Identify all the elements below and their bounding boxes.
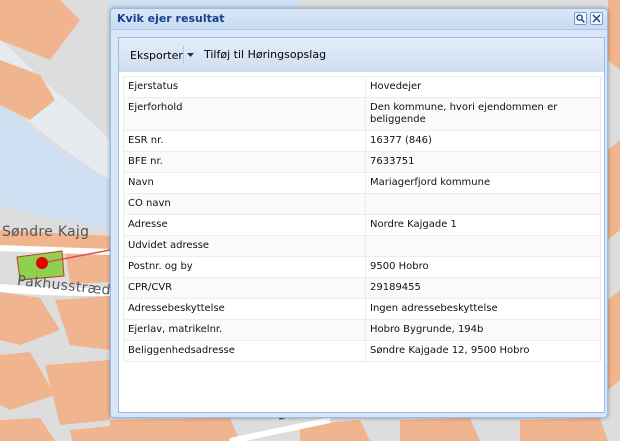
table-row[interactable]: BFE nr. 7633751 bbox=[123, 151, 601, 173]
close-icon[interactable] bbox=[590, 12, 603, 25]
owner-table: Ejerstatus Hovedejer Ejerforhold Den kommun… bbox=[123, 76, 601, 362]
map-street-label: Søndre Kajg bbox=[2, 224, 90, 240]
property-name-cell: Navn bbox=[123, 172, 366, 194]
window-toolbar: Eksporter Tilføj til Høringsopslag bbox=[118, 37, 605, 73]
property-value-cell: Ingen adressebeskyttelse bbox=[365, 298, 601, 320]
table-row[interactable]: Ejerlav, matrikelnr. Hobro Bygrunde, 194b bbox=[123, 319, 601, 341]
table-row[interactable]: Navn Mariagerfjord kommune bbox=[123, 172, 601, 194]
table-row[interactable]: CPR/CVR 29189455 bbox=[123, 277, 601, 299]
property-name-cell: Udvidet adresse bbox=[123, 235, 366, 257]
property-value-cell: Hobro Bygrunde, 194b bbox=[365, 319, 601, 341]
property-name-cell: BFE nr. bbox=[123, 151, 366, 173]
property-value-cell bbox=[365, 193, 601, 215]
table-row[interactable]: Ejerforhold Den kommune, hvori ejendommen… bbox=[123, 97, 601, 131]
property-name-cell: Ejerforhold bbox=[123, 97, 366, 131]
owner-property-grid: Ejerstatus Hovedejer Ejerforhold Den kommun… bbox=[118, 72, 605, 413]
table-row[interactable]: Udvidet adresse bbox=[123, 235, 601, 257]
property-value-cell: 16377 (846) bbox=[365, 130, 601, 152]
chevron-down-icon[interactable] bbox=[183, 46, 196, 64]
property-value-cell: 29189455 bbox=[365, 277, 601, 299]
property-value-cell: Søndre Kajgade 12, 9500 Hobro bbox=[365, 340, 601, 362]
result-window: Kvik ejer resultat Eksporter Tilføj til … bbox=[110, 8, 608, 418]
table-row[interactable]: ESR nr. 16377 (846) bbox=[123, 130, 601, 152]
export-button-label: Eksporter bbox=[130, 48, 183, 62]
table-row[interactable]: Beliggenhedsadresse Søndre Kajgade 12, 95… bbox=[123, 340, 601, 362]
table-row[interactable]: CO navn bbox=[123, 193, 601, 215]
property-value-cell: Den kommune, hvori ejendommen er beligge… bbox=[365, 97, 601, 131]
table-row[interactable]: Adresse Nordre Kajgade 1 bbox=[123, 214, 601, 236]
property-name-cell: Adresse bbox=[123, 214, 366, 236]
property-name-cell: ESR nr. bbox=[123, 130, 366, 152]
property-name-cell: Beliggenhedsadresse bbox=[123, 340, 366, 362]
property-value-cell: Mariagerfjord kommune bbox=[365, 172, 601, 194]
property-value-cell: Hovedejer bbox=[365, 76, 601, 98]
property-name-cell: Postnr. og by bbox=[123, 256, 366, 278]
property-value-cell: Nordre Kajgade 1 bbox=[365, 214, 601, 236]
add-to-hearing-button[interactable]: Tilføj til Høringsopslag bbox=[204, 48, 326, 61]
window-title: Kvik ejer resultat bbox=[117, 12, 225, 25]
property-value-cell: 9500 Hobro bbox=[365, 256, 601, 278]
window-titlebar[interactable]: Kvik ejer resultat bbox=[111, 9, 607, 30]
table-row[interactable]: Postnr. og by 9500 Hobro bbox=[123, 256, 601, 278]
property-value-cell: 7633751 bbox=[365, 151, 601, 173]
table-row[interactable]: Ejerstatus Hovedejer bbox=[123, 76, 601, 98]
export-button[interactable]: Eksporter bbox=[124, 44, 194, 66]
table-row[interactable]: Adressebeskyttelse Ingen adressebeskyttel… bbox=[123, 298, 601, 320]
property-value-cell bbox=[365, 235, 601, 257]
property-name-cell: Adressebeskyttelse bbox=[123, 298, 366, 320]
property-name-cell: CPR/CVR bbox=[123, 277, 366, 299]
property-name-cell: CO navn bbox=[123, 193, 366, 215]
property-name-cell: Ejerlav, matrikelnr. bbox=[123, 319, 366, 341]
search-icon[interactable] bbox=[574, 12, 587, 25]
property-name-cell: Ejerstatus bbox=[123, 76, 366, 98]
